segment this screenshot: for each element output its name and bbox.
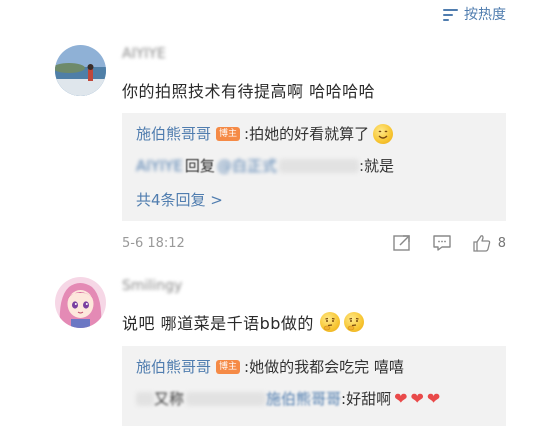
- reply-text: :拍她的好看就算了: [244, 125, 370, 143]
- reply-item: 施伯熊哥哥 博主 :她做的我都会吃完 嘻嘻: [136, 356, 404, 377]
- heart-icon: ❤: [426, 389, 441, 408]
- reply-mention[interactable]: @白正式: [217, 155, 277, 176]
- reply-item: 施伯熊哥哥 博主 :拍她的好看就算了: [136, 123, 394, 144]
- reply-text: :好甜啊: [341, 390, 392, 408]
- comment-icon[interactable]: [432, 234, 452, 252]
- comment-text: 你的拍照技术有待提高啊 哈哈哈哈: [122, 82, 376, 101]
- reply-target-username[interactable]: 施伯熊哥哥: [266, 388, 341, 409]
- avatar[interactable]: [55, 277, 106, 328]
- thinking-emoji-icon: [319, 312, 340, 332]
- reply-item: AIYIYE 回复 @白正式 :就是: [136, 155, 394, 176]
- like-count: 8: [497, 235, 506, 251]
- reply-item: 又称 施伯熊哥哥 :好甜啊 ❤ ❤ ❤: [136, 388, 440, 409]
- blurred-region: [278, 158, 359, 173]
- comment-username[interactable]: Smilingy: [122, 278, 182, 294]
- reply-text: :就是: [358, 157, 395, 175]
- more-replies-label[interactable]: 共4条回复 >: [136, 189, 223, 210]
- reply-username[interactable]: 施伯熊哥哥: [136, 356, 211, 377]
- reply-box: 施伯熊哥哥 博主 :她做的我都会吃完 嘻嘻 又称 施伯熊哥哥 :好甜啊 ❤ ❤ …: [122, 346, 506, 426]
- reply-box: 施伯熊哥哥 博主 :拍她的好看就算了 AIYIYE 回复 @白正式 :就是 共4…: [122, 113, 506, 221]
- heart-icon: ❤: [410, 389, 424, 408]
- like-button[interactable]: 8: [472, 234, 506, 252]
- reply-text: :她做的我都会吃完 嘻嘻: [244, 358, 404, 376]
- blurred-region: [186, 391, 267, 406]
- thumbs-up-icon: [472, 234, 492, 252]
- blogger-badge: 博主: [216, 359, 241, 374]
- comment-actions: 8: [392, 234, 506, 252]
- reply-username[interactable]: 又称: [154, 388, 184, 409]
- comment-item: AIYIYE 你的拍照技术有待提高啊 哈哈哈哈 施伯熊哥哥 博主 :拍她的好看就…: [0, 0, 542, 270]
- reply-username[interactable]: AIYIYE: [136, 157, 183, 175]
- comment-text-label: 说吧 哪道菜是千语bb做的: [122, 314, 314, 333]
- comment-username[interactable]: AIYIYE: [122, 46, 166, 62]
- comment-meta: 5-6 18:12 8: [122, 234, 506, 252]
- reply-prefix: 回复: [184, 157, 215, 175]
- blurred-region: [136, 391, 154, 406]
- heart-icon: ❤: [394, 389, 408, 408]
- avatar[interactable]: [55, 45, 106, 96]
- reply-username[interactable]: 施伯熊哥哥: [136, 123, 211, 144]
- share-icon[interactable]: [392, 234, 412, 252]
- comment-text: 说吧 哪道菜是千语bb做的: [122, 310, 364, 334]
- blogger-badge: 博主: [216, 126, 241, 141]
- thinking-emoji-icon: [343, 312, 364, 332]
- smile-emoji-icon: [373, 123, 394, 144]
- comment-time: 5-6 18:12: [122, 236, 185, 251]
- more-replies-link[interactable]: 共4条回复 >: [136, 189, 223, 210]
- comment-item: Smilingy 说吧 哪道菜是千语bb做的 施伯熊哥哥 博主:她做的我都会吃…: [0, 270, 542, 431]
